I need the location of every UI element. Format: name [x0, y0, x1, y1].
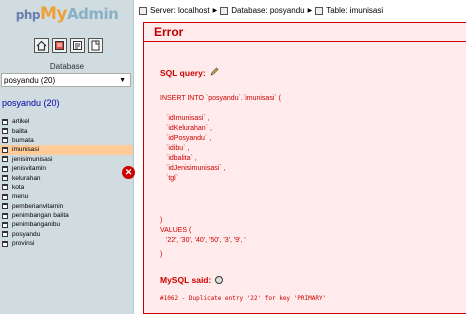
sql-code-line: `idKelurahan` ,	[166, 125, 212, 132]
table-item[interactable]: kelurahan	[0, 173, 133, 182]
database-icon	[220, 6, 229, 15]
table-item-label: imunisasi	[12, 146, 40, 154]
database-select-value: posyandu (20)	[4, 75, 56, 85]
table-item[interactable]: balita	[0, 126, 133, 135]
mysql-said-label: MySQL said:	[160, 275, 212, 285]
table-icon[interactable]	[2, 175, 8, 182]
sql-query-label-row: SQL query:	[160, 67, 219, 78]
sql-code-line: `idbalita` ,	[166, 155, 197, 162]
mysql-said-row: MySQL said:	[160, 275, 224, 285]
table-item-label: balita	[12, 127, 28, 135]
table-item-label: posyandu	[12, 230, 41, 238]
table-item[interactable]: penimbangan balita	[0, 211, 133, 220]
sql-code-line: '22', '30', '40', '50', '3', '9', '	[166, 237, 246, 244]
query-icon[interactable]	[70, 38, 85, 53]
breadcrumb: Server: localhost ▶ Database: posyandu ▶…	[139, 6, 383, 15]
table-item[interactable]: bumata	[0, 136, 133, 145]
sql-code-line: `idImunisasi` ,	[166, 115, 210, 122]
error-message: #1062 - Duplicate entry '22' for key 'PR…	[160, 295, 327, 302]
table-item-label: jenisvitamin	[12, 165, 46, 173]
table-icon[interactable]	[2, 128, 8, 135]
table-icon[interactable]	[2, 203, 8, 210]
sql-code-line: VALUES (	[160, 227, 192, 234]
table-item[interactable]: posyandu	[0, 230, 133, 239]
table-item[interactable]: menu	[0, 192, 133, 201]
table-icon[interactable]	[2, 212, 8, 219]
error-box: Error SQL query: INSERT INTO `posyandu`.…	[143, 22, 466, 314]
table-icon[interactable]	[2, 137, 8, 144]
logo-admin: Admin	[66, 5, 119, 23]
navigation-frame: phpMyAdmin Database posyandu (20) ▼ posy…	[0, 0, 134, 314]
table-icon[interactable]	[2, 165, 8, 172]
chevron-down-icon: ▼	[119, 76, 126, 84]
table-item[interactable]: artikel	[0, 117, 133, 126]
sql-query-label: SQL query:	[160, 67, 206, 78]
documentation-icon[interactable]	[215, 276, 224, 284]
database-select[interactable]: posyandu (20) ▼	[1, 73, 131, 87]
sql-code-line: `idibu` ,	[166, 145, 190, 152]
table-icon[interactable]	[2, 156, 8, 163]
logo-my: My	[39, 4, 68, 24]
table-item-label: kota	[12, 183, 25, 191]
table-icon[interactable]	[2, 184, 8, 191]
breadcrumb-table[interactable]: Table: imunisasi	[326, 6, 383, 15]
table-item-label: provinsi	[12, 240, 35, 248]
server-icon	[139, 6, 147, 15]
docs-icon[interactable]	[88, 38, 103, 53]
table-item-label: jenisimunisasi	[12, 155, 53, 163]
table-icon[interactable]	[2, 193, 8, 200]
breadcrumb-separator-icon: ▶	[212, 8, 218, 14]
breadcrumb-server[interactable]: Server: localhost	[150, 6, 210, 15]
database-label: Database	[49, 62, 85, 71]
table-item[interactable]: jenisimunisasi	[0, 155, 133, 164]
table-item[interactable]: jenisvitamin	[0, 164, 133, 173]
table-icon[interactable]	[2, 118, 8, 125]
error-title: Error	[154, 25, 184, 39]
table-item-label: artikel	[12, 118, 30, 126]
home-icon[interactable]	[34, 38, 49, 53]
logo-php: php	[15, 8, 41, 22]
error-divider	[144, 41, 466, 42]
table-icon[interactable]	[2, 221, 8, 228]
table-item[interactable]: pemberianvitamin	[0, 202, 133, 211]
log-icon[interactable]	[52, 38, 67, 53]
sql-code-line: )	[160, 217, 163, 224]
table-icon[interactable]	[2, 231, 8, 238]
table-list: artikel balita bumata imunisasi jenisimu…	[0, 117, 133, 248]
sql-code-line: `idJenisimunisasi` ,	[166, 165, 226, 172]
error-icon: ✕	[122, 166, 135, 179]
sql-code-line: INSERT INTO `posyandu`.`imunisasi` (	[160, 95, 281, 102]
sql-code-line: )	[160, 251, 163, 258]
table-item[interactable]: penimbanganibu	[0, 220, 133, 229]
table-item-label: pemberianvitamin	[12, 202, 64, 210]
table-item-label: penimbangan balita	[12, 212, 69, 220]
table-item-label: penimbanganibu	[12, 221, 61, 229]
database-title-link[interactable]: posyandu (20)	[2, 98, 60, 108]
table-icon[interactable]	[2, 146, 8, 153]
sql-code-line: `idPosyandu` ,	[166, 135, 212, 142]
table-icon[interactable]	[2, 240, 8, 247]
table-item[interactable]: kota	[0, 183, 133, 192]
sql-code-line: `tgl`	[166, 175, 179, 182]
phpmyadmin-logo[interactable]: phpMyAdmin	[0, 4, 133, 24]
quick-links	[34, 38, 103, 53]
breadcrumb-database[interactable]: Database: posyandu	[231, 6, 304, 15]
table-icon	[315, 6, 324, 15]
table-item-label: bumata	[12, 136, 34, 144]
edit-pencil-icon[interactable]	[210, 67, 219, 78]
breadcrumb-separator-icon: ▶	[307, 8, 313, 14]
table-item-label: kelurahan	[12, 174, 41, 182]
content-frame: Server: localhost ▶ Database: posyandu ▶…	[122, 0, 466, 314]
table-item-label: menu	[12, 193, 29, 201]
table-item-active[interactable]: imunisasi	[0, 145, 133, 155]
table-item[interactable]: provinsi	[0, 239, 133, 248]
